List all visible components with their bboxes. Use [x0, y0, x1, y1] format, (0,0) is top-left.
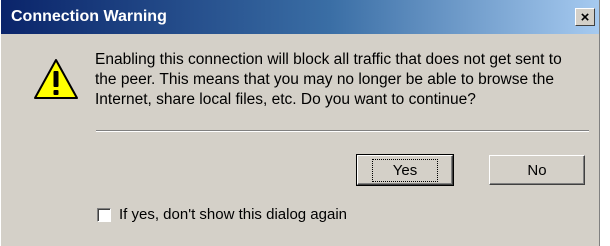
title-bar[interactable]: Connection Warning × [1, 0, 599, 34]
dont-show-again-label[interactable]: If yes, don't show this dialog again [119, 206, 347, 223]
warning-icon [34, 59, 78, 99]
yes-button[interactable]: Yes [356, 154, 454, 186]
no-button-label: No [527, 161, 547, 179]
connection-warning-dialog: Connection Warning × Enabling this conne… [0, 0, 600, 246]
dont-show-again-checkbox[interactable] [97, 207, 111, 222]
window-title: Connection Warning [11, 8, 167, 25]
separator-line [96, 130, 589, 132]
close-button[interactable]: × [575, 8, 595, 26]
warning-message: Enabling this connection will block all … [95, 51, 562, 108]
yes-button-label: Yes [371, 158, 439, 182]
no-button[interactable]: No [489, 155, 585, 185]
dont-show-again-row[interactable]: If yes, don't show this dialog again [97, 206, 347, 223]
close-icon: × [580, 8, 590, 26]
